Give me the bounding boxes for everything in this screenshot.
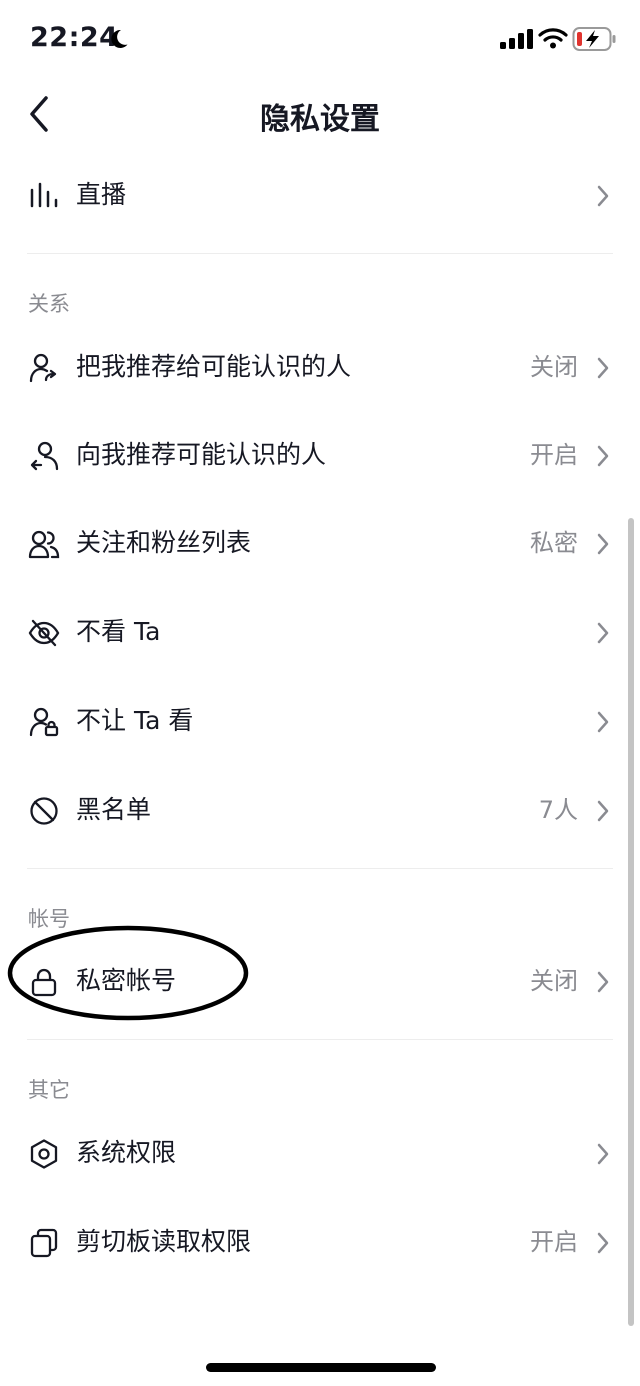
- settings-row-clipboard-permission[interactable]: 剪切板读取权限 开启: [0, 1198, 640, 1286]
- moon-icon: [111, 29, 128, 48]
- user-lock-icon: [29, 707, 59, 737]
- chevron-right-icon: [597, 533, 609, 555]
- settings-row-value: 7人: [538, 796, 578, 824]
- hexagon-settings-icon: [30, 1139, 58, 1169]
- settings-row-live[interactable]: 直播: [0, 151, 640, 239]
- users-icon: [28, 530, 60, 559]
- clipboard-icon: [30, 1228, 58, 1258]
- settings-row-system-permissions[interactable]: 系统权限: [0, 1109, 640, 1197]
- settings-row-value: 开启: [530, 441, 578, 469]
- settings-row-label: 直播: [76, 180, 127, 209]
- block-icon: [30, 797, 58, 825]
- settings-row-value: 关闭: [530, 967, 578, 995]
- divider: [27, 868, 613, 869]
- divider: [27, 1039, 613, 1040]
- chevron-right-icon: [597, 622, 609, 644]
- chevron-right-icon: [597, 1232, 609, 1254]
- eye-off-icon: [28, 619, 60, 647]
- section-title-other: 其它: [28, 1078, 70, 1102]
- chevron-right-icon: [597, 800, 609, 822]
- chevron-right-icon: [597, 971, 609, 993]
- settings-row-label: 黑名单: [76, 795, 152, 824]
- chevron-right-icon: [597, 185, 609, 207]
- settings-row-label: 系统权限: [76, 1138, 177, 1167]
- settings-row-label: 关注和粉丝列表: [76, 528, 252, 557]
- settings-row-label: 向我推荐可能认识的人: [76, 440, 327, 469]
- annotation-circle: [7, 925, 249, 1021]
- settings-row-hide-my-content[interactable]: 不让 Ta 看: [0, 677, 640, 765]
- divider: [27, 253, 613, 254]
- scrollbar[interactable]: [628, 518, 634, 1326]
- settings-row-recommend-me-to-others[interactable]: 把我推荐给可能认识的人 关闭: [0, 323, 640, 411]
- home-indicator[interactable]: [206, 1363, 436, 1372]
- nav-header: 隐私设置: [0, 80, 640, 148]
- section-title-relations: 关系: [28, 292, 70, 316]
- signal-icon: [500, 29, 533, 49]
- chevron-right-icon: [597, 357, 609, 379]
- settings-row-blacklist[interactable]: 黑名单 7人: [0, 766, 640, 854]
- user-recommend-icon: [30, 441, 59, 471]
- chevron-right-icon: [597, 1143, 609, 1165]
- settings-row-follow-lists[interactable]: 关注和粉丝列表 私密: [0, 499, 640, 587]
- bar-chart-icon: [30, 182, 58, 208]
- chevron-right-icon: [597, 445, 609, 467]
- settings-row-hide-their-content[interactable]: 不看 Ta: [0, 588, 640, 676]
- battery-charging-icon: [572, 27, 616, 51]
- settings-row-value: 关闭: [530, 353, 578, 381]
- settings-row-label: 把我推荐给可能认识的人: [76, 352, 352, 381]
- wifi-icon: [538, 28, 568, 49]
- settings-row-label: 不看 Ta: [76, 617, 161, 646]
- settings-row-value: 私密: [530, 529, 578, 557]
- settings-row-label: 不让 Ta 看: [76, 706, 194, 735]
- user-share-icon: [29, 353, 57, 383]
- page-title: 隐私设置: [260, 102, 380, 137]
- status-bar: 22:24: [0, 0, 640, 80]
- chevron-right-icon: [597, 711, 609, 733]
- settings-row-value: 开启: [530, 1228, 578, 1256]
- settings-row-recommend-to-me[interactable]: 向我推荐可能认识的人 开启: [0, 411, 640, 499]
- settings-row-label: 剪切板读取权限: [76, 1227, 252, 1256]
